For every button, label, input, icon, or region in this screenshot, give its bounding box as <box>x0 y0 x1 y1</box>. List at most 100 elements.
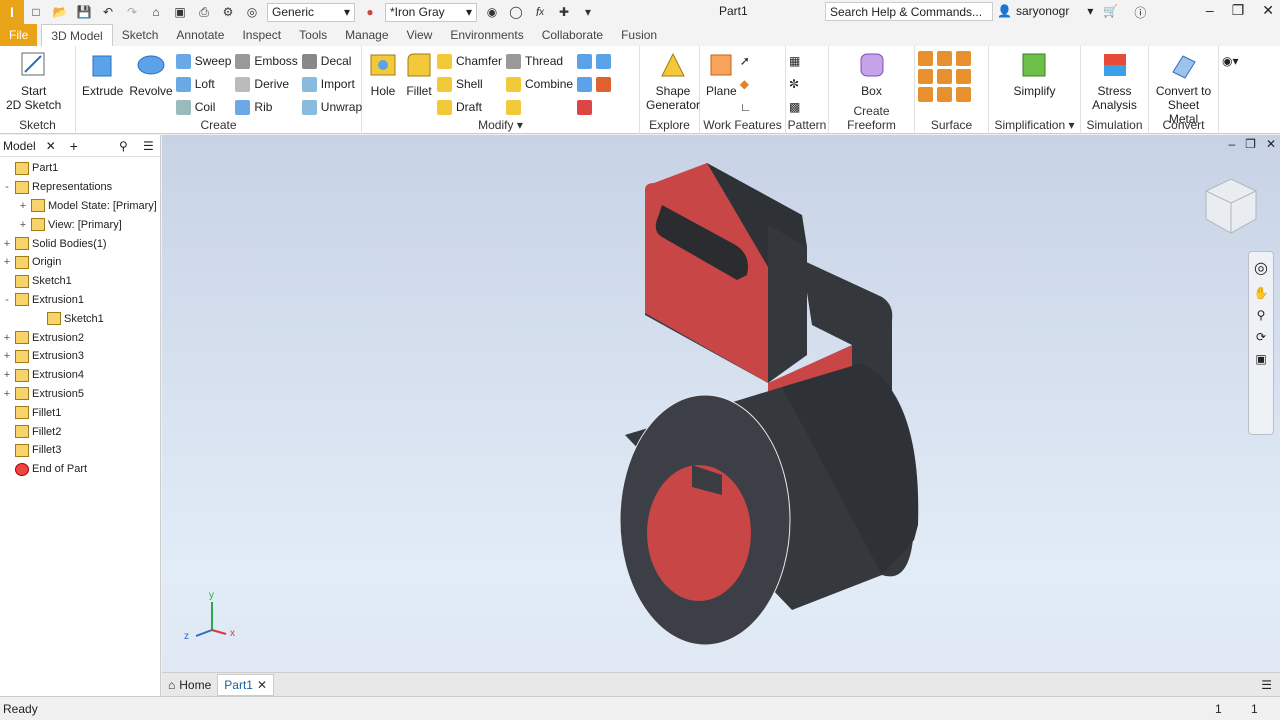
point-button[interactable]: ◆ <box>740 74 752 94</box>
chamfer-button[interactable]: Chamfer <box>437 51 502 71</box>
expand-toggle-icon[interactable]: - <box>2 181 12 193</box>
move-face-button[interactable] <box>596 51 612 71</box>
ucs-button[interactable]: ∟ <box>740 97 752 117</box>
boundary-patch-icon[interactable] <box>956 69 971 84</box>
extend-icon[interactable] <box>937 87 952 102</box>
tab-annotate[interactable]: Annotate <box>167 24 233 46</box>
tab-home[interactable]: ⌂ Home <box>162 674 217 696</box>
tree-node[interactable]: Sketch1 <box>0 309 160 328</box>
coil-button[interactable]: Coil <box>175 97 232 117</box>
minimize-icon[interactable]: – <box>1228 137 1235 151</box>
unwrap-button[interactable]: Unwrap <box>301 97 362 117</box>
orbit-icon[interactable]: ⟳ <box>1256 330 1266 344</box>
expand-toggle-icon[interactable]: + <box>18 219 28 231</box>
new-file-icon[interactable]: □ <box>27 4 45 20</box>
user-account[interactable]: 👤 saryonogr ▾ 🛒 ⓘ <box>997 4 1146 21</box>
close-icon[interactable]: ✕ <box>1266 137 1276 151</box>
tab-3d-model[interactable]: 3D Model <box>41 24 113 46</box>
clear-appearance-icon[interactable]: ◯ <box>507 4 525 20</box>
tree-node[interactable]: + Model State: [Primary] <box>0 197 160 216</box>
stitch-icon[interactable] <box>918 69 933 84</box>
tree-node[interactable]: + View: [Primary] <box>0 215 160 234</box>
part-model[interactable] <box>162 135 1280 672</box>
tab-file[interactable]: File <box>0 24 38 46</box>
tab-collaborate[interactable]: Collaborate <box>533 24 612 46</box>
home-icon[interactable]: ⌂ <box>147 4 165 20</box>
restore-icon[interactable]: ❐ <box>1245 137 1256 151</box>
tree-node[interactable]: - Extrusion1 <box>0 291 160 310</box>
add-icon[interactable]: + <box>70 138 78 154</box>
derive-button[interactable]: Derive <box>235 74 297 94</box>
select-icon[interactable]: ◎ <box>243 4 261 20</box>
tree-node[interactable]: End of Part <box>0 460 160 479</box>
thicken-icon[interactable] <box>918 51 933 66</box>
split-button[interactable] <box>506 97 573 117</box>
direct-edit-button[interactable] <box>577 51 593 71</box>
tab-sketch[interactable]: Sketch <box>113 24 168 46</box>
tabs-menu-icon[interactable]: ☰ <box>1261 678 1272 692</box>
thread-button[interactable]: Thread <box>506 51 573 71</box>
chevron-down-icon[interactable]: ▾ <box>517 118 523 132</box>
appearance-combo[interactable]: *Iron Gray ▾ <box>385 2 477 22</box>
material-browser-icon[interactable]: ● <box>361 4 379 20</box>
tab-tools[interactable]: Tools <box>290 24 336 46</box>
tree-node[interactable]: Part1 <box>0 159 160 178</box>
sculpt-icon[interactable] <box>937 51 952 66</box>
ruled-surface-icon[interactable] <box>956 51 971 66</box>
expand-toggle-icon[interactable]: + <box>2 238 12 250</box>
update-icon[interactable]: ⚙ <box>219 4 237 20</box>
tree-node[interactable]: + Extrusion2 <box>0 328 160 347</box>
look-at-icon[interactable]: ▣ <box>1255 352 1266 366</box>
tree-node[interactable]: Fillet3 <box>0 441 160 460</box>
sketch-pattern-button[interactable]: ▩ <box>789 97 800 117</box>
replace-face-button[interactable] <box>596 74 612 94</box>
undo-icon[interactable]: ↶ <box>99 4 117 20</box>
tree-node[interactable]: Fillet2 <box>0 422 160 441</box>
browser-tab-model[interactable]: Model <box>3 139 36 153</box>
tab-inspect[interactable]: Inspect <box>233 24 290 46</box>
tab-fusion[interactable]: Fusion <box>612 24 666 46</box>
chevron-down-icon[interactable]: ▾ <box>1069 118 1075 132</box>
close-icon[interactable]: ✕ <box>1262 2 1274 19</box>
restore-icon[interactable]: ❐ <box>1232 2 1245 19</box>
delete-face-button[interactable] <box>577 97 593 117</box>
material-combo[interactable]: Generic ▾ <box>267 2 355 22</box>
steering-wheel-icon[interactable]: ◎ <box>1254 258 1268 278</box>
project-icon[interactable]: ▣ <box>171 4 189 20</box>
tree-node[interactable]: Fillet1 <box>0 403 160 422</box>
cart-icon[interactable]: 🛒 <box>1103 4 1118 21</box>
parameters-icon[interactable]: fx <box>531 4 549 20</box>
expand-toggle-icon[interactable]: + <box>18 200 28 212</box>
tab-manage[interactable]: Manage <box>336 24 397 46</box>
tree-node[interactable]: Sketch1 <box>0 272 160 291</box>
menu-icon[interactable]: ☰ <box>143 139 154 153</box>
axis-button[interactable]: ➚ <box>740 51 752 71</box>
circular-pattern-button[interactable]: ✼ <box>789 74 800 94</box>
ribbon-options-icon[interactable]: ◉▾ <box>1222 54 1239 134</box>
expand-toggle-icon[interactable]: + <box>2 350 12 362</box>
tab-view[interactable]: View <box>398 24 442 46</box>
tree-node[interactable]: + Extrusion3 <box>0 347 160 366</box>
appearance-browser-icon[interactable]: ◉ <box>483 4 501 20</box>
rectangular-pattern-button[interactable]: ▦ <box>789 51 800 71</box>
expand-toggle-icon[interactable]: - <box>2 294 12 306</box>
shell-button[interactable]: Shell <box>437 74 502 94</box>
open-file-icon[interactable]: 📂 <box>51 4 69 20</box>
help-icon[interactable]: ⓘ <box>1134 4 1146 21</box>
close-icon[interactable]: ✕ <box>46 139 56 153</box>
print-icon[interactable]: ⎙ <box>195 4 213 20</box>
tab-environments[interactable]: Environments <box>441 24 532 46</box>
expand-toggle-icon[interactable]: + <box>2 369 12 381</box>
zoom-icon[interactable]: ⚲ <box>1257 308 1266 322</box>
tree-node[interactable]: + Extrusion5 <box>0 385 160 404</box>
loft-button[interactable]: Loft <box>175 74 232 94</box>
trim-icon[interactable] <box>937 69 952 84</box>
rib-button[interactable]: Rib <box>235 97 297 117</box>
redo-icon[interactable]: ↷ <box>123 4 141 20</box>
sweep-button[interactable]: Sweep <box>175 51 231 71</box>
search-icon[interactable]: ⚲ <box>119 139 128 153</box>
expand-toggle-icon[interactable]: + <box>2 332 12 344</box>
save-icon[interactable]: 💾 <box>75 4 93 20</box>
copy-object-button[interactable] <box>577 74 593 94</box>
import-button[interactable]: Import <box>301 74 362 94</box>
